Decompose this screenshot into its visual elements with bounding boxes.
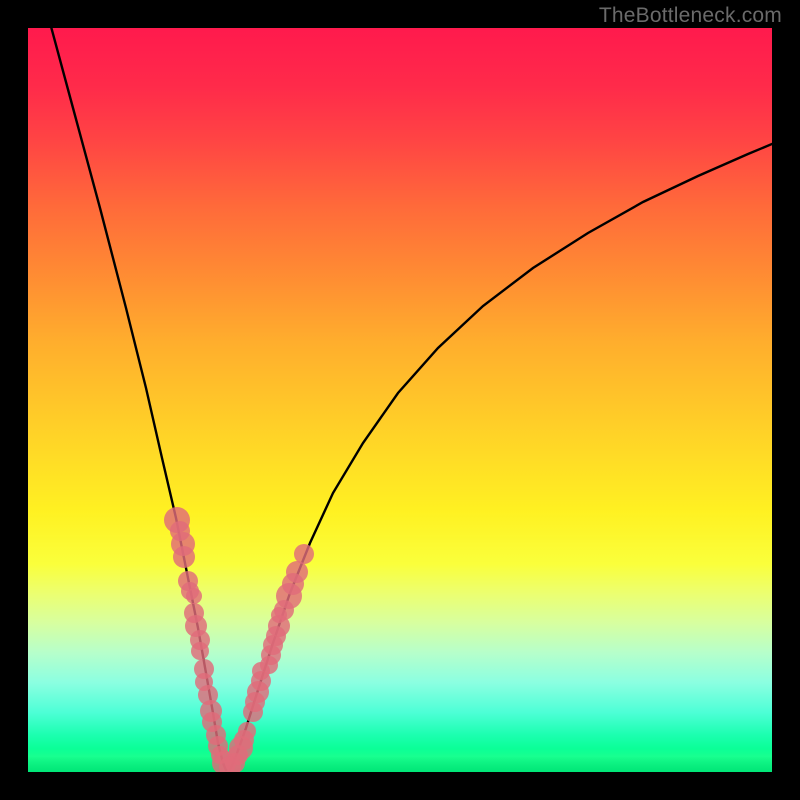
plot-area — [28, 28, 772, 772]
image-frame: TheBottleneck.com — [0, 0, 800, 800]
data-point — [186, 588, 202, 604]
data-point — [294, 544, 314, 564]
data-point — [286, 561, 308, 583]
data-point — [271, 607, 287, 623]
data-point — [260, 656, 278, 674]
data-point — [191, 642, 209, 660]
data-points — [164, 507, 314, 772]
chart-svg — [28, 28, 772, 772]
data-point — [173, 546, 195, 568]
data-point — [238, 722, 256, 740]
watermark-text: TheBottleneck.com — [599, 4, 782, 28]
right-curve — [230, 144, 772, 770]
